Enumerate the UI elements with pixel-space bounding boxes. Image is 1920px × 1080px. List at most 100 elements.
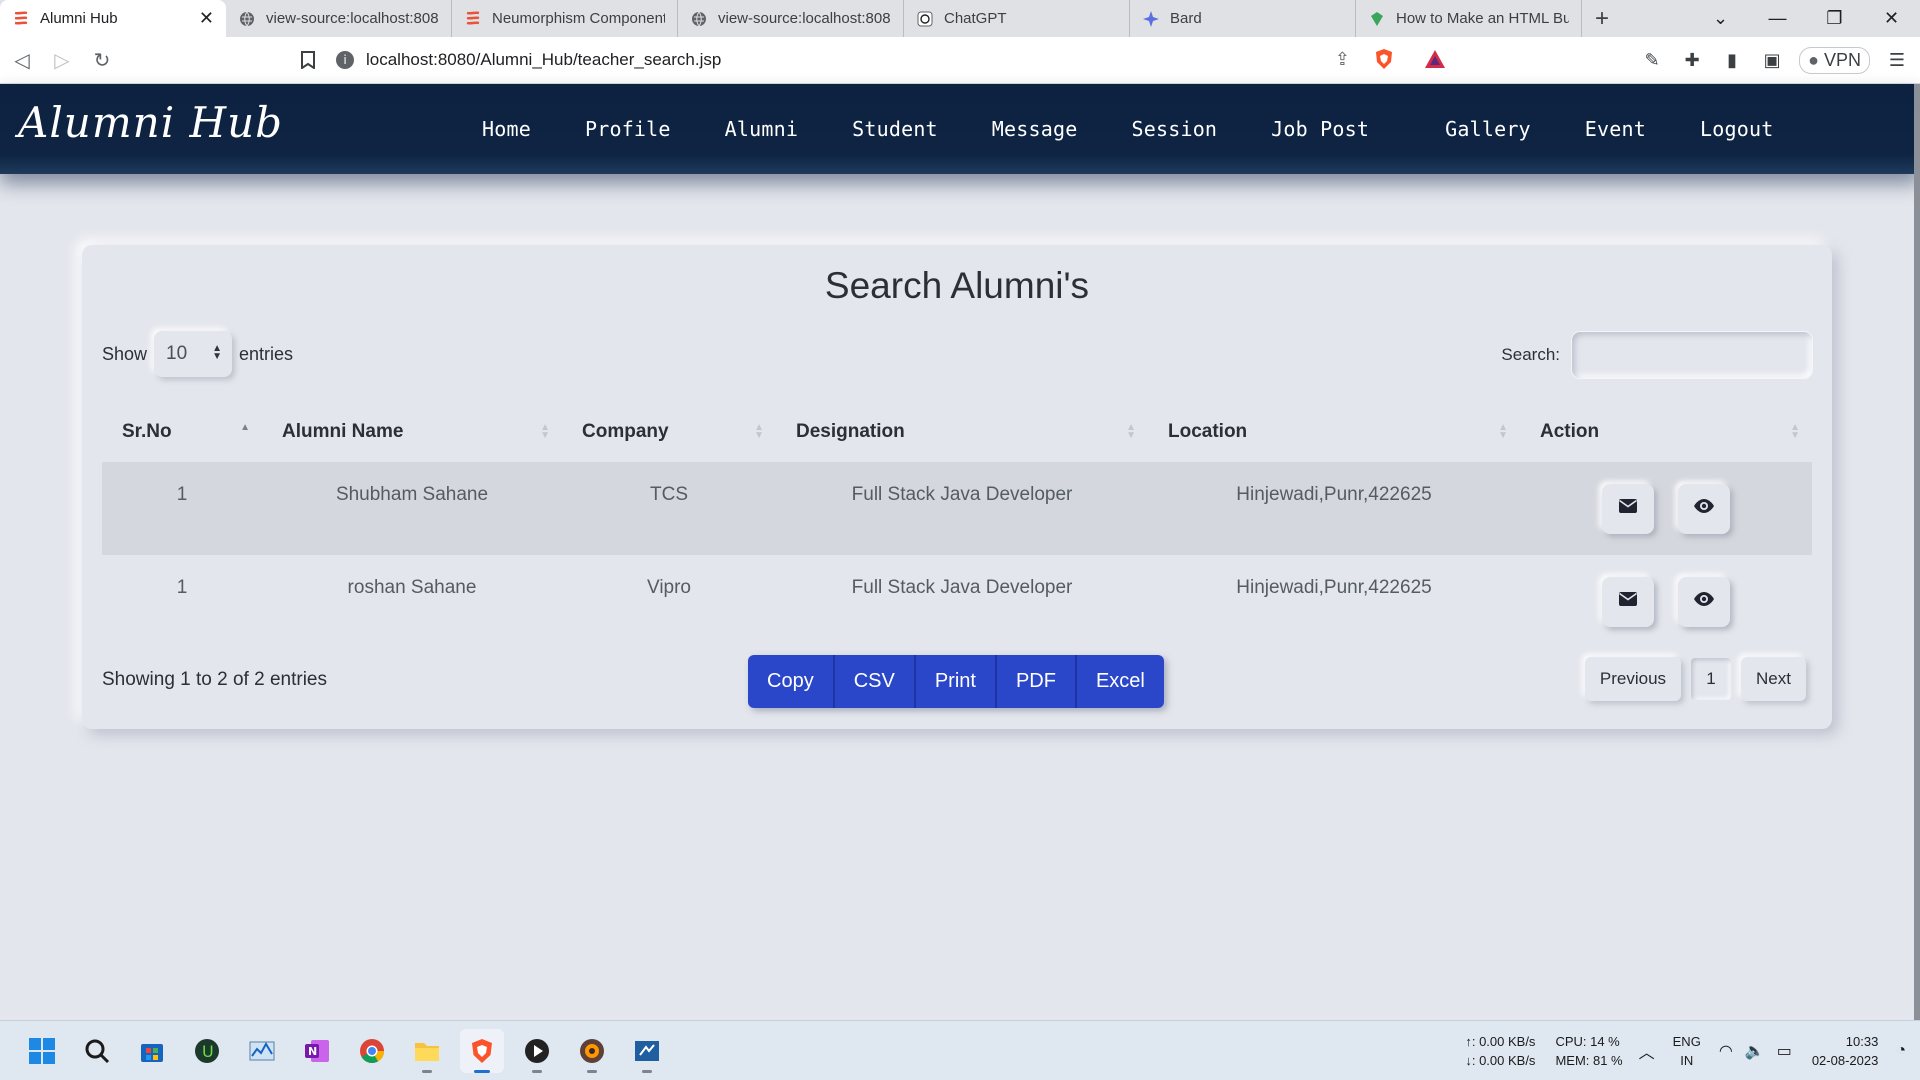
restore-icon[interactable]: ❐ — [1806, 0, 1863, 37]
lang-top: ENG — [1672, 1034, 1701, 1049]
nav-gallery[interactable]: Gallery — [1445, 117, 1531, 141]
select-caret-icon: ▲ ▼ — [212, 343, 223, 362]
message-button[interactable] — [1602, 483, 1654, 534]
nav-student[interactable]: Student — [852, 117, 938, 141]
share-icon[interactable]: ⇪ — [1335, 49, 1350, 70]
page-number-button[interactable]: 1 — [1691, 658, 1732, 700]
next-page-button[interactable]: Next — [1741, 657, 1806, 701]
export-pdf-button[interactable]: PDF — [996, 655, 1077, 708]
tab-search-icon[interactable]: ⌄ — [1692, 0, 1749, 37]
tab-close-icon[interactable]: ✕ — [199, 8, 214, 29]
url-bar[interactable]: i localhost:8080/Alumni_Hub/teacher_sear… — [336, 43, 1456, 77]
nav-message[interactable]: Message — [992, 117, 1078, 141]
export-button-group: Copy CSV Print PDF Excel — [748, 655, 1164, 708]
view-profile-button[interactable] — [1678, 576, 1730, 627]
clock[interactable]: 10:33 02-08-2023 — [1812, 1032, 1879, 1070]
browser-tab[interactable]: How to Make an HTML But — [1356, 0, 1582, 37]
nav-event[interactable]: Event — [1585, 117, 1646, 141]
windows-start-icon[interactable] — [20, 1029, 64, 1073]
nav-logout[interactable]: Logout — [1700, 117, 1773, 141]
onenote-icon[interactable]: N — [295, 1029, 339, 1073]
remote-desktop-icon[interactable] — [625, 1029, 669, 1073]
brave-icon[interactable] — [460, 1029, 504, 1073]
store-icon[interactable] — [130, 1029, 174, 1073]
search-icon[interactable] — [75, 1029, 119, 1073]
chatgpt-icon — [916, 10, 934, 28]
page-title: Search Alumni's — [824, 265, 1090, 306]
vpn-button[interactable]: ● VPN — [1799, 47, 1870, 74]
sidebar-icon[interactable]: ▮ — [1719, 50, 1745, 71]
menu-icon[interactable]: ☰ — [1884, 50, 1910, 71]
page-scrollbar[interactable] — [1914, 84, 1920, 1020]
extensions-puzzle-icon[interactable]: ✚ — [1679, 50, 1705, 71]
column-header-designation[interactable]: Designation ▲ ▼ — [776, 402, 1148, 462]
new-tab-button[interactable]: + — [1582, 0, 1622, 37]
close-window-icon[interactable]: ✕ — [1863, 0, 1920, 37]
globe-icon — [238, 10, 256, 28]
sort-icon: ▲ ▼ — [540, 422, 550, 441]
forward-icon[interactable]: ▷ — [44, 42, 80, 78]
browser-tab[interactable]: ChatGPT — [904, 0, 1130, 37]
game-icon[interactable] — [570, 1029, 614, 1073]
reload-icon[interactable]: ↻ — [84, 42, 120, 78]
browser-tab[interactable]: view-source:localhost:8080 — [678, 0, 904, 37]
previous-page-button[interactable]: Previous — [1584, 657, 1682, 701]
export-excel-button[interactable]: Excel — [1076, 655, 1164, 708]
column-header-alumni-name[interactable]: Alumni Name ▲ ▼ — [262, 402, 562, 462]
svg-text:N: N — [308, 1045, 317, 1058]
export-csv-button[interactable]: CSV — [834, 655, 916, 708]
media-player-icon[interactable] — [515, 1029, 559, 1073]
nav-home[interactable]: Home — [482, 117, 531, 141]
wallet-icon[interactable]: ▣ — [1759, 50, 1785, 71]
nav-job-post[interactable]: Job Post — [1271, 117, 1369, 141]
column-header-company[interactable]: Company ▲ ▼ — [562, 402, 776, 462]
window-controls: ⌄ — ❐ ✕ — [1692, 0, 1920, 37]
browser-tab[interactable]: Neumorphism Component — [452, 0, 678, 37]
tab-title: view-source:localhost:8080 — [266, 10, 439, 27]
cpu-usage: CPU: 14 % — [1555, 1034, 1620, 1049]
upwork-icon[interactable]: U — [185, 1029, 229, 1073]
file-explorer-icon[interactable] — [405, 1029, 449, 1073]
extension-icons: ✎ ✚ ▮ ▣ ● VPN ☰ — [1639, 37, 1910, 84]
site-info-icon[interactable]: i — [336, 51, 354, 69]
chrome-icon[interactable] — [350, 1029, 394, 1073]
tray-overflow-icon[interactable]: ︿ — [1639, 1039, 1655, 1063]
search-label: Search: — [1501, 345, 1560, 364]
notification-icon[interactable]: ◔ — [1896, 1042, 1906, 1060]
column-header-label: Designation — [796, 421, 905, 442]
export-print-button[interactable]: Print — [915, 655, 997, 708]
cell-action — [1520, 462, 1812, 555]
column-header-action[interactable]: Action ▲ ▼ — [1520, 402, 1812, 462]
language-indicator[interactable]: ENG IN — [1673, 1032, 1701, 1070]
brand-logo[interactable]: Alumni Hub — [18, 98, 283, 147]
task-manager-icon[interactable] — [240, 1029, 284, 1073]
taskbar-apps: UN — [20, 1029, 669, 1073]
cell-company: Vipro — [646, 577, 691, 598]
brave-shield-icon[interactable] — [1374, 48, 1394, 75]
minimize-icon[interactable]: — — [1749, 0, 1806, 37]
resource-monitor: CPU: 14 % MEM: 81 % — [1555, 1032, 1622, 1070]
message-button[interactable] — [1602, 576, 1654, 627]
nav-alumni[interactable]: Alumni — [725, 117, 798, 141]
view-profile-button[interactable] — [1678, 483, 1730, 534]
tab-title: Alumni Hub — [40, 10, 118, 27]
column-header-label: Company — [582, 421, 669, 442]
quick-settings[interactable]: ◠ 🔈 ▭ — [1719, 1041, 1792, 1061]
entries-label: entries — [239, 343, 294, 364]
browser-tab[interactable]: view-source:localhost:8080 — [226, 0, 452, 37]
tab-title: How to Make an HTML But — [1396, 10, 1569, 27]
export-copy-button[interactable]: Copy — [748, 655, 835, 708]
pen-extension-icon[interactable]: ✎ — [1639, 50, 1665, 71]
browser-tab[interactable]: Alumni Hub ✕ — [0, 0, 226, 37]
entries-select[interactable]: 10 ▲ ▼ — [154, 331, 233, 377]
browser-tab[interactable]: Bard — [1130, 0, 1356, 37]
nav-profile[interactable]: Profile — [585, 117, 671, 141]
nav-session[interactable]: Session — [1131, 117, 1217, 141]
brave-rewards-icon[interactable] — [1424, 49, 1446, 74]
search-input[interactable] — [1572, 332, 1812, 378]
back-icon[interactable]: ◁ — [4, 42, 40, 78]
cell-location: Hinjewadi,Punr,422625 — [1236, 484, 1432, 505]
column-header-sr-no[interactable]: Sr.No ▲ ▼ — [102, 402, 262, 462]
bookmark-icon[interactable] — [290, 42, 326, 78]
column-header-location[interactable]: Location ▲ ▼ — [1148, 402, 1520, 462]
